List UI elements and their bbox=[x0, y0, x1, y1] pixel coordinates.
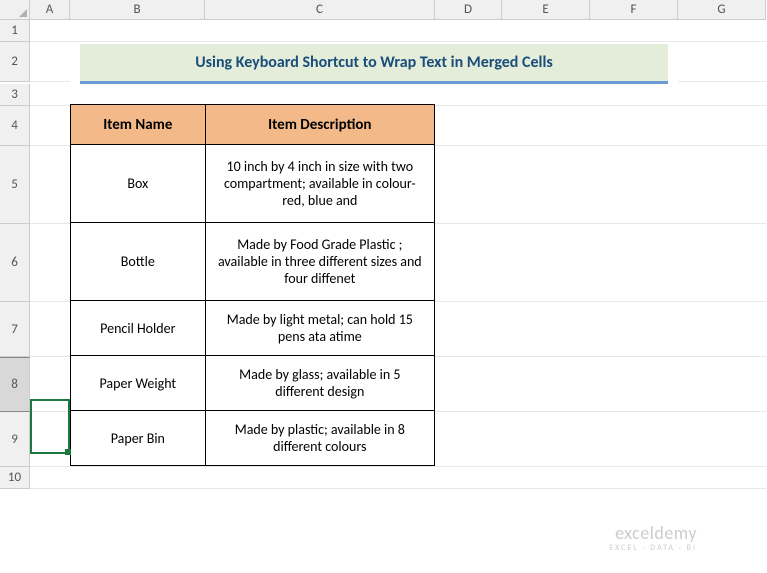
cell[interactable] bbox=[205, 84, 435, 106]
cell[interactable] bbox=[678, 302, 766, 357]
cell-item-description[interactable]: Made by light metal; can hold 15 pens at… bbox=[205, 301, 434, 356]
cell[interactable] bbox=[30, 106, 70, 146]
col-header-e[interactable]: E bbox=[502, 0, 590, 20]
cell[interactable] bbox=[435, 357, 502, 412]
cell[interactable] bbox=[502, 106, 590, 146]
table-row: Paper Bin Made by plastic; available in … bbox=[71, 411, 435, 466]
cell[interactable] bbox=[435, 467, 502, 489]
row-header-5[interactable]: 5 bbox=[0, 146, 30, 224]
cell[interactable] bbox=[30, 412, 70, 467]
page-title[interactable]: Using Keyboard Shortcut to Wrap Text in … bbox=[80, 44, 668, 84]
cell[interactable] bbox=[205, 467, 435, 489]
cell[interactable] bbox=[502, 146, 590, 224]
col-header-b[interactable]: B bbox=[70, 0, 205, 20]
cell[interactable] bbox=[30, 357, 70, 412]
table-row: Box 10 inch by 4 inch in size with two c… bbox=[71, 145, 435, 223]
cell[interactable] bbox=[678, 106, 766, 146]
row-header-8[interactable]: 8 bbox=[0, 357, 30, 412]
cell[interactable] bbox=[30, 224, 70, 302]
row-header-7[interactable]: 7 bbox=[0, 302, 30, 357]
cell[interactable] bbox=[502, 224, 590, 302]
cell-item-name[interactable]: Bottle bbox=[71, 223, 206, 301]
cell[interactable] bbox=[502, 467, 590, 489]
cell[interactable] bbox=[435, 106, 502, 146]
cell[interactable] bbox=[435, 302, 502, 357]
cell[interactable] bbox=[590, 467, 678, 489]
cell[interactable] bbox=[435, 412, 502, 467]
cell[interactable] bbox=[502, 357, 590, 412]
cell-item-name[interactable]: Paper Weight bbox=[71, 356, 206, 411]
cell[interactable] bbox=[678, 467, 766, 489]
cell[interactable] bbox=[678, 357, 766, 412]
data-table: Item Name Item Description Box 10 inch b… bbox=[70, 104, 435, 466]
cell[interactable] bbox=[590, 84, 678, 106]
cell-item-name[interactable]: Paper Bin bbox=[71, 411, 206, 466]
cell[interactable] bbox=[678, 42, 766, 82]
header-item-description[interactable]: Item Description bbox=[205, 105, 434, 145]
cell[interactable] bbox=[502, 20, 590, 42]
cell[interactable] bbox=[590, 106, 678, 146]
cell[interactable] bbox=[30, 146, 70, 224]
cell[interactable] bbox=[678, 224, 766, 302]
row-header-2[interactable]: 2 bbox=[0, 42, 30, 82]
cell[interactable] bbox=[590, 146, 678, 224]
cell[interactable] bbox=[678, 146, 766, 224]
col-header-d[interactable]: D bbox=[435, 0, 502, 20]
cell[interactable] bbox=[502, 302, 590, 357]
cell[interactable] bbox=[502, 412, 590, 467]
cell[interactable] bbox=[590, 412, 678, 467]
row-header-6[interactable]: 6 bbox=[0, 224, 30, 302]
col-header-g[interactable]: G bbox=[678, 0, 766, 20]
cell[interactable] bbox=[435, 146, 502, 224]
cell[interactable] bbox=[590, 357, 678, 412]
cell[interactable] bbox=[70, 20, 205, 42]
row-header-10[interactable]: 10 bbox=[0, 467, 30, 489]
cell[interactable] bbox=[30, 84, 70, 106]
cell[interactable] bbox=[590, 20, 678, 42]
cell[interactable] bbox=[590, 302, 678, 357]
cell[interactable] bbox=[590, 224, 678, 302]
row-header-4[interactable]: 4 bbox=[0, 106, 30, 146]
table-row: Pencil Holder Made by light metal; can h… bbox=[71, 301, 435, 356]
watermark-brand: exceldemy bbox=[609, 524, 697, 544]
cell[interactable] bbox=[30, 302, 70, 357]
cell[interactable] bbox=[205, 20, 435, 42]
table-row: Paper Weight Made by glass; available in… bbox=[71, 356, 435, 411]
cell-item-description[interactable]: 10 inch by 4 inch in size with two compa… bbox=[205, 145, 434, 223]
cell[interactable] bbox=[435, 224, 502, 302]
cell-item-name[interactable]: Box bbox=[71, 145, 206, 223]
col-header-a[interactable]: A bbox=[30, 0, 70, 20]
cell[interactable] bbox=[678, 412, 766, 467]
table-row: Bottle Made by Food Grade Plastic ; avai… bbox=[71, 223, 435, 301]
col-header-f[interactable]: F bbox=[590, 0, 678, 20]
cell[interactable] bbox=[30, 20, 70, 42]
cell[interactable] bbox=[435, 84, 502, 106]
cell-item-description[interactable]: Made by plastic; available in 8 differen… bbox=[205, 411, 434, 466]
col-header-c[interactable]: C bbox=[205, 0, 435, 20]
cell-item-description[interactable]: Made by glass; available in 5 different … bbox=[205, 356, 434, 411]
cell[interactable] bbox=[30, 42, 70, 82]
watermark: exceldemy EXCEL · DATA · BI bbox=[609, 524, 697, 553]
cell[interactable] bbox=[435, 20, 502, 42]
header-item-name[interactable]: Item Name bbox=[71, 105, 206, 145]
select-all-corner[interactable] bbox=[0, 0, 30, 20]
cell[interactable] bbox=[502, 84, 590, 106]
cell-item-description[interactable]: Made by Food Grade Plastic ; available i… bbox=[205, 223, 434, 301]
cell-item-name[interactable]: Pencil Holder bbox=[71, 301, 206, 356]
row-header-3[interactable]: 3 bbox=[0, 84, 30, 106]
cell[interactable] bbox=[70, 467, 205, 489]
cell[interactable] bbox=[70, 84, 205, 106]
cell[interactable] bbox=[678, 84, 766, 106]
cell[interactable] bbox=[30, 467, 70, 489]
row-header-9[interactable]: 9 bbox=[0, 412, 30, 467]
watermark-tagline: EXCEL · DATA · BI bbox=[609, 544, 697, 553]
row-header-1[interactable]: 1 bbox=[0, 20, 30, 42]
cell[interactable] bbox=[678, 20, 766, 42]
